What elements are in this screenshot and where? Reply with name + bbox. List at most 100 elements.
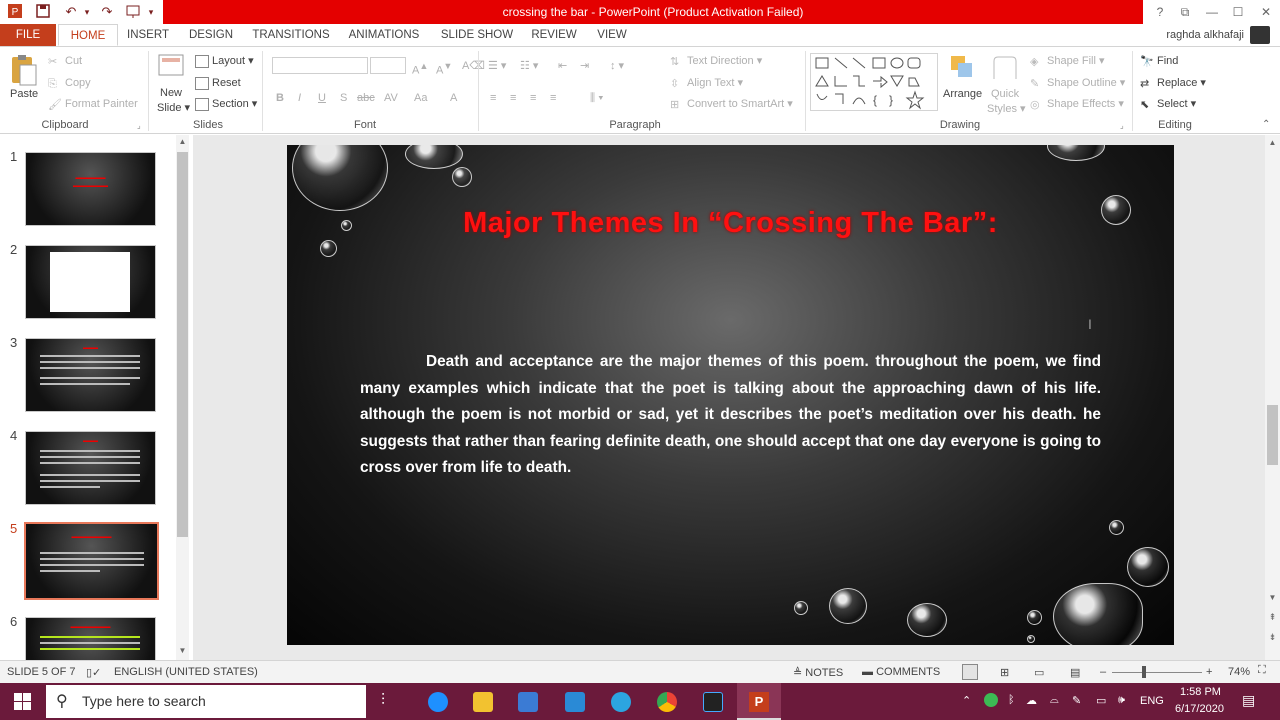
format-painter-button[interactable]: 🖌 Format Painter <box>48 97 138 111</box>
italic-button[interactable]: I <box>298 91 301 105</box>
app-icon[interactable] <box>703 692 723 712</box>
increase-indent-button[interactable]: ⇥ <box>580 59 589 73</box>
text-direction-button[interactable]: ⇅ Text Direction ▾ <box>670 54 762 68</box>
drawing-launcher-icon[interactable]: ⌟ <box>1120 121 1124 130</box>
avatar[interactable] <box>1250 26 1270 44</box>
slide-thumbnail-5[interactable]: ▬▬▬▬▬▬▬▬ <box>24 522 159 600</box>
slide-thumbnails-panel[interactable]: 1 ▬▬▬▬▬▬ ▬▬▬▬▬▬▬ 2 3 ▬▬▬ 4 ▬▬▬ 5 ▬▬▬▬▬▬▬… <box>0 135 193 660</box>
pen-tray-icon[interactable]: ✎ <box>1072 694 1081 707</box>
tab-slide-show[interactable]: SLIDE SHOW <box>437 24 517 46</box>
slide-thumbnail-1[interactable]: ▬▬▬▬▬▬ ▬▬▬▬▬▬▬ <box>25 152 156 226</box>
change-case-button[interactable]: Aa <box>414 91 427 105</box>
new-slide-label-1[interactable]: New <box>160 86 182 100</box>
bullets-button[interactable]: ☰ ▾ <box>488 59 506 73</box>
battery-icon[interactable]: ▭ <box>1096 694 1106 707</box>
slide-canvas[interactable]: Major Themes In “Crossing The Bar”: Deat… <box>287 145 1174 645</box>
quick-styles-label-2[interactable]: Styles ▾ <box>987 102 1026 116</box>
language-indicator[interactable]: ENGLISH (UNITED STATES) <box>114 666 258 678</box>
close-button[interactable]: ✕ <box>1256 3 1276 21</box>
scroll-up-icon[interactable]: ▲ <box>177 137 188 149</box>
slide-body-text[interactable]: Death and acceptance are the major theme… <box>360 349 1101 482</box>
fit-slide-icon[interactable]: ⛶ <box>1258 664 1266 677</box>
scroll-down-icon[interactable]: ▼ <box>1267 593 1278 605</box>
user-name[interactable]: raghda alkhafaji <box>1166 24 1244 46</box>
align-right-button[interactable]: ≡ <box>530 91 536 105</box>
align-text-button[interactable]: ⇳ Align Text ▾ <box>670 76 743 90</box>
shape-fill-button[interactable]: ◈ Shape Fill ▾ <box>1030 54 1105 68</box>
new-slide-label-2[interactable]: Slide ▾ <box>157 101 190 115</box>
new-slide-icon[interactable] <box>157 53 185 79</box>
tab-design[interactable]: DESIGN <box>183 24 239 46</box>
tab-transitions[interactable]: TRANSITIONS <box>250 24 332 46</box>
slide-thumbnail-2[interactable] <box>25 245 156 319</box>
numbering-button[interactable]: ☷ ▾ <box>520 59 538 73</box>
slide-thumbnail-3[interactable]: ▬▬▬ <box>25 338 156 412</box>
slide-thumbnail-6[interactable]: ▬▬▬▬▬▬▬▬ <box>25 617 156 660</box>
scroll-thumb[interactable] <box>1267 405 1278 465</box>
volume-icon[interactable]: 🕪 <box>1118 694 1125 707</box>
undo-dropdown-icon[interactable]: ▾ <box>78 3 96 21</box>
bluetooth-icon[interactable]: ᛒ <box>1008 694 1015 706</box>
font-size-dropdown[interactable] <box>370 57 406 74</box>
tray-app-icon[interactable] <box>984 693 998 707</box>
slide-sorter-view-icon[interactable]: ⊞ <box>1000 666 1009 679</box>
columns-button[interactable]: ⫼ ▾ <box>590 91 603 105</box>
help-icon[interactable]: ? <box>1150 3 1170 21</box>
justify-button[interactable]: ≡ <box>550 91 556 105</box>
reset-button[interactable]: Reset <box>195 76 241 90</box>
redo-icon[interactable]: ↷ <box>98 3 116 21</box>
zoom-in-button[interactable]: + <box>1206 666 1212 678</box>
clear-formatting-button[interactable]: A⌫ <box>462 59 485 73</box>
arrange-button[interactable]: Arrange <box>943 87 982 101</box>
strikethrough-button[interactable]: abc <box>357 91 375 105</box>
section-button[interactable]: Section ▾ <box>195 97 257 111</box>
comments-button[interactable]: ▬ COMMENTS <box>862 666 940 678</box>
slide-title[interactable]: Major Themes In “Crossing The Bar”: <box>287 207 1174 240</box>
tab-review[interactable]: REVIEW <box>528 24 580 46</box>
minimize-button[interactable]: — <box>1202 3 1222 21</box>
align-center-button[interactable]: ≡ <box>510 91 516 105</box>
thumbnails-scrollbar[interactable]: ▲ ▼ <box>176 135 189 660</box>
scroll-up-icon[interactable]: ▲ <box>1267 138 1278 150</box>
decrease-indent-button[interactable]: ⇤ <box>558 59 567 73</box>
slide-thumbnail-4[interactable]: ▬▬▬ <box>25 431 156 505</box>
font-name-dropdown[interactable] <box>272 57 368 74</box>
convert-smartart-button[interactable]: ⊞ Convert to SmartArt ▾ <box>670 97 793 111</box>
tab-animations[interactable]: ANIMATIONS <box>344 24 424 46</box>
bold-button[interactable]: B <box>276 91 284 105</box>
collapse-ribbon-icon[interactable]: ⌃ <box>1262 119 1270 130</box>
tab-home[interactable]: HOME <box>58 24 118 46</box>
previous-slide-icon[interactable]: ⇞ <box>1267 612 1278 624</box>
shape-outline-button[interactable]: ✎ Shape Outline ▾ <box>1030 76 1125 90</box>
notifications-icon[interactable]: ▤ <box>1242 692 1255 709</box>
tab-file[interactable]: FILE <box>0 24 56 46</box>
paste-icon[interactable] <box>8 53 40 89</box>
windows-start-icon[interactable] <box>14 693 31 710</box>
underline-button[interactable]: U <box>318 91 326 105</box>
clock-date[interactable]: 6/17/2020 <box>1175 703 1224 715</box>
paste-button[interactable]: Paste <box>10 87 38 101</box>
clock-time[interactable]: 1:58 PM <box>1180 686 1221 698</box>
slide-scrollbar[interactable]: ▲ ▼ ⇞ ⇟ <box>1265 135 1280 660</box>
scroll-down-icon[interactable]: ▼ <box>177 646 188 658</box>
clipboard-launcher-icon[interactable]: ⌟ <box>137 121 141 130</box>
layout-button[interactable]: Layout ▾ <box>195 54 254 68</box>
reading-view-icon[interactable]: ▭ <box>1034 666 1044 679</box>
onedrive-icon[interactable]: ☁ <box>1026 694 1037 707</box>
task-view-icon[interactable]: ⫶ <box>381 692 385 710</box>
taskbar-search-input[interactable]: ⚲ Type here to search <box>46 685 366 718</box>
show-hidden-icons[interactable]: ⌃ <box>962 694 971 707</box>
next-slide-icon[interactable]: ⇟ <box>1267 632 1278 644</box>
powerpoint-taskbar-button[interactable]: P <box>737 683 781 720</box>
zoom-slider[interactable] <box>1112 672 1202 673</box>
edge-icon[interactable] <box>428 692 448 712</box>
spell-check-icon[interactable]: ▯✓ <box>86 666 101 679</box>
start-from-beginning-icon[interactable] <box>124 3 142 21</box>
tab-insert[interactable]: INSERT <box>122 24 174 46</box>
copy-button[interactable]: ⎘ Copy <box>48 76 91 90</box>
file-explorer-icon[interactable] <box>473 692 493 712</box>
normal-view-icon[interactable] <box>962 664 978 680</box>
notes-button[interactable]: ≜ NOTES <box>793 666 843 679</box>
maximize-button[interactable]: ☐ <box>1228 3 1248 21</box>
mail-icon[interactable] <box>565 692 585 712</box>
